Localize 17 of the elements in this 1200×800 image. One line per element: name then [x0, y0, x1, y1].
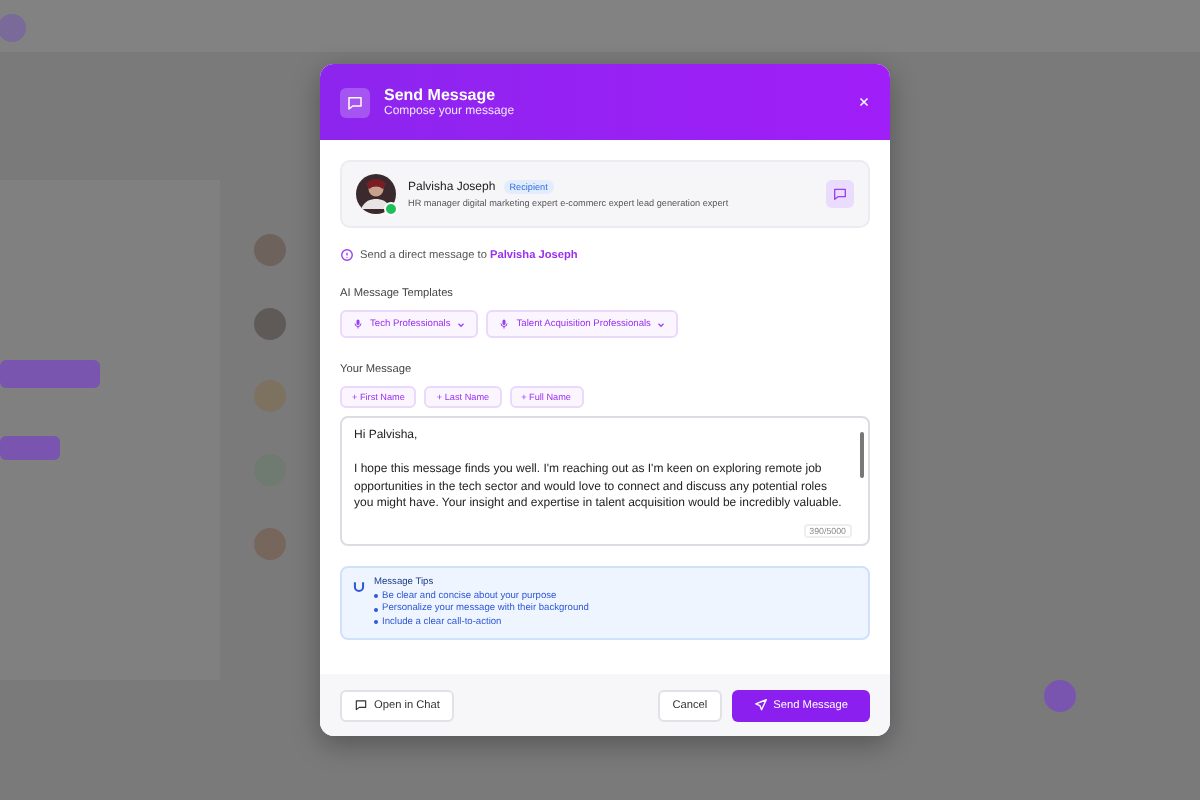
close-icon	[858, 96, 870, 108]
scrollbar	[860, 432, 864, 478]
chat-icon	[832, 186, 848, 202]
message-field[interactable]	[340, 416, 870, 546]
microphone-icon	[498, 318, 511, 330]
caret-icon	[456, 319, 467, 329]
chat-icon	[340, 87, 370, 117]
dialog-title: Send Message	[384, 86, 498, 104]
caret-icon	[656, 319, 667, 329]
magnet-icon	[352, 580, 366, 594]
info-icon	[340, 248, 354, 262]
microphone-icon	[352, 318, 364, 330]
chat-icon	[354, 698, 368, 712]
chat-button[interactable]	[826, 180, 854, 208]
close-button[interactable]	[858, 96, 870, 108]
avatar	[356, 174, 396, 214]
send-icon	[753, 698, 768, 712]
